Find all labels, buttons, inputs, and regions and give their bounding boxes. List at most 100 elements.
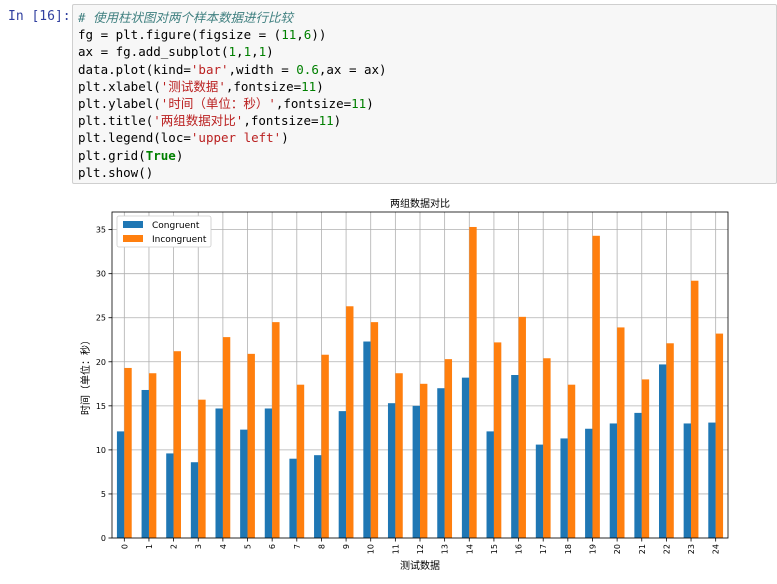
x-tick-label: 0: [120, 544, 129, 549]
bar-congruent: [412, 405, 420, 538]
code-token: plt.ylabel(: [78, 96, 161, 112]
x-tick-label: 15: [490, 544, 499, 554]
x-axis-ticks: 0 1 2 3 4 5 6 7 8 9 10 11 12 13 14 15 16 17 18 19 20 21 22 23 24: [120, 538, 721, 554]
cell-prompt: In [16]:: [8, 9, 71, 24]
x-axis-label: 测试数据: [400, 559, 440, 572]
bar-incongruent: [715, 333, 724, 538]
code-token: True: [145, 147, 176, 163]
bar-congruent: [141, 389, 149, 538]
bar-congruent: [461, 377, 470, 538]
bar-congruent: [190, 462, 199, 538]
code-token: '时间（单位：秒）': [160, 96, 276, 112]
bar-incongruent: [198, 399, 206, 538]
code-token: data.plot(kind=: [78, 61, 191, 77]
x-tick-label: 5: [244, 544, 253, 549]
bar-congruent: [289, 458, 297, 538]
bar-congruent: [560, 438, 568, 538]
x-tick-label: 6: [268, 544, 277, 549]
code-token: ,fontsize=: [243, 113, 319, 129]
bar-congruent: [166, 453, 174, 538]
bar-incongruent: [346, 306, 354, 538]
bar-congruent: [535, 444, 544, 538]
bar-incongruent: [222, 337, 231, 538]
y-tick-label: 5: [101, 490, 106, 499]
x-tick-label: 3: [194, 544, 203, 549]
legend-swatch-incongruent: [123, 235, 143, 242]
bar-congruent: [609, 423, 618, 538]
code-token: ): [175, 147, 184, 163]
bar-congruent: [708, 422, 716, 538]
code-token: '两组数据对比': [153, 113, 244, 129]
bar-congruent: [363, 341, 371, 538]
bar-incongruent: [395, 373, 403, 538]
code-text[interactable]: # 使用柱状图对两个样本数据进行比较 fg = plt.figure(figsi…: [78, 9, 387, 181]
bar-congruent: [116, 431, 125, 538]
cell-output: 两组数据对比 0 5 10 15 20 25 30 35 0 1 2 3 4 5 6 7 8 9 10 11 12 13…: [77, 190, 777, 580]
code-token: plt.grid(: [78, 147, 146, 163]
bar-incongruent: [370, 322, 379, 538]
bar-incongruent: [173, 351, 181, 538]
y-tick-label: 0: [101, 534, 106, 543]
x-tick-label: 17: [539, 544, 548, 554]
code-token: # 使用柱状图对两个样本数据进行比较: [78, 10, 294, 25]
bar-incongruent: [691, 280, 699, 538]
x-tick-label: 9: [342, 544, 351, 549]
code-token: 0.6: [296, 61, 319, 77]
code-token: plt.legend(loc=: [78, 130, 191, 146]
y-tick-label: 35: [96, 226, 106, 235]
code-line: plt.ylabel('时间（单位：秒）',fontsize=11): [78, 96, 374, 111]
bar-congruent: [240, 429, 248, 538]
x-tick-label: 13: [441, 544, 450, 554]
code-token: 1: [243, 44, 252, 60]
y-tick-label: 30: [96, 270, 106, 279]
bar-congruent: [634, 412, 642, 538]
bar-incongruent: [543, 358, 551, 538]
bar-congruent: [264, 408, 273, 538]
code-line: plt.show(): [78, 165, 153, 180]
code-token: ,fontsize=: [225, 78, 302, 94]
code-token: fg = plt.figure(figsize = (: [78, 27, 282, 43]
code-token: ): [366, 96, 374, 112]
y-tick-label: 10: [96, 446, 106, 455]
code-token: 1: [228, 44, 237, 60]
code-line: plt.xlabel('测试数据',fontsize=11): [78, 79, 324, 94]
bar-incongruent: [444, 359, 453, 538]
code-token: ax = fg.add_subplot(: [78, 44, 229, 60]
code-token: plt.title(: [78, 113, 154, 129]
bar-incongruent: [641, 379, 650, 538]
x-tick-label: 11: [391, 544, 400, 554]
code-cell-editor[interactable]: # 使用柱状图对两个样本数据进行比较 fg = plt.figure(figsi…: [72, 4, 777, 184]
code-line: plt.grid(True): [78, 148, 183, 163]
x-tick-label: 12: [416, 544, 425, 554]
code-token: 'upper left': [190, 130, 282, 146]
code-token: )): [311, 27, 327, 43]
y-tick-label: 15: [96, 402, 106, 411]
x-tick-label: 22: [662, 544, 671, 554]
bar-incongruent: [592, 235, 600, 538]
legend: Congruent Incongruent: [116, 215, 212, 248]
bar-congruent: [659, 364, 667, 538]
code-token: ,: [296, 27, 304, 43]
code-token: '测试数据': [160, 78, 226, 94]
x-tick-label: 20: [613, 544, 622, 554]
chart-title: 两组数据对比: [390, 197, 450, 210]
bar-incongruent: [272, 322, 280, 538]
y-axis-label: 时间（单位：秒）: [79, 335, 92, 415]
code-token: ,: [236, 44, 244, 60]
code-line: # 使用柱状图对两个样本数据进行比较: [78, 10, 293, 25]
code-line: plt.title('两组数据对比',fontsize=11): [78, 113, 341, 128]
code-token: ,ax = ax): [318, 61, 387, 77]
bar-incongruent: [567, 384, 576, 538]
x-tick-label: 19: [588, 544, 597, 554]
code-token: ,: [251, 44, 259, 60]
bar-congruent: [215, 408, 223, 538]
bar-congruent: [314, 455, 322, 538]
bar-incongruent: [124, 367, 132, 538]
y-tick-label: 20: [96, 358, 106, 367]
bar-incongruent: [493, 342, 502, 538]
x-tick-label: 2: [170, 544, 179, 549]
bar-congruent: [486, 431, 494, 538]
x-tick-label: 23: [687, 544, 696, 554]
code-token: ): [333, 113, 342, 129]
code-token: plt.xlabel(: [78, 78, 161, 94]
